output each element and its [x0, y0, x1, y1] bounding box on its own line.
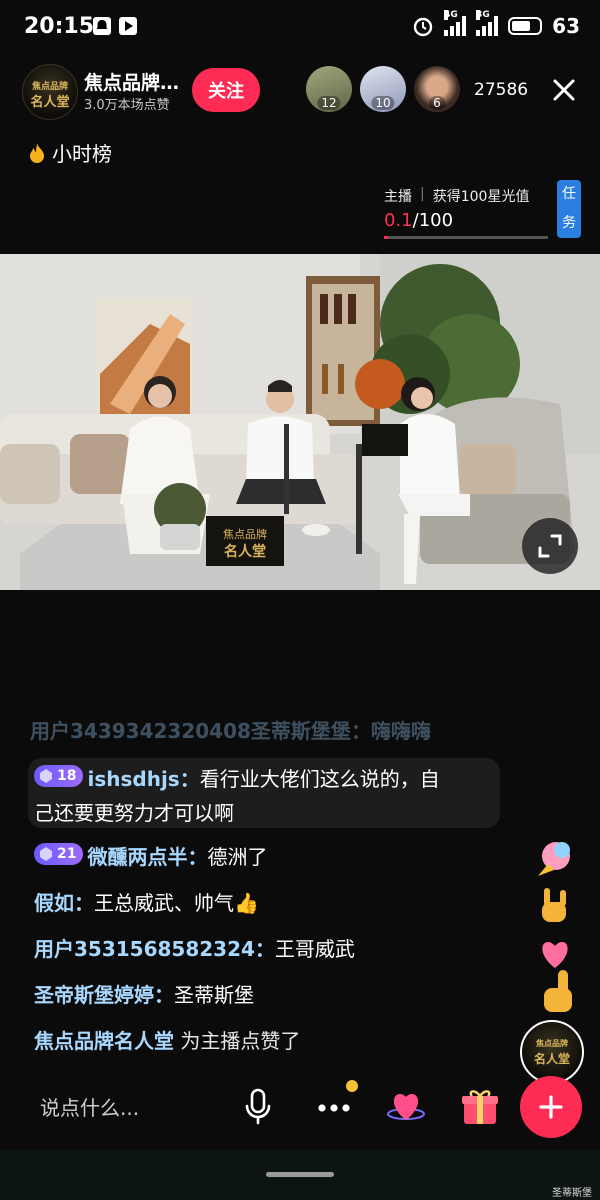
logo-line-2: 名人堂 — [30, 95, 70, 110]
status-right-group: 4G 3G 63 — [412, 10, 580, 38]
chat-message[interactable]: 圣帝斯堡婷婷：圣蒂斯堡 — [34, 978, 254, 1012]
signal-4g-icon: 4G — [444, 10, 467, 36]
logo-line-1: 焦点品牌 — [536, 1039, 568, 1048]
thumbs-up-icon — [544, 970, 572, 1012]
diamond-level-icon — [40, 769, 52, 783]
heart-like-icon[interactable] — [384, 1084, 428, 1128]
status-time: 20:15 — [24, 14, 95, 39]
task-total: /100 — [412, 210, 454, 231]
chat-username[interactable]: 假如： — [34, 891, 94, 915]
streamer-mini-avatar[interactable]: 焦点品牌 名人堂 — [520, 1020, 584, 1084]
streamer-avatar[interactable]: 焦点品牌 名人堂 — [22, 64, 78, 120]
chat-text: 为主播点赞了 — [174, 1029, 301, 1053]
ghost-notification-icon — [93, 17, 111, 35]
like-animation-icon — [538, 842, 570, 876]
fan-level-number: 18 — [57, 768, 77, 784]
task-button-line-2: 务 — [562, 215, 576, 231]
chat-text: 德洲了 — [207, 845, 268, 869]
chat-username[interactable]: 用户3531568582324： — [34, 937, 275, 961]
chat-text: 己还要更努力才可以啊 — [34, 801, 234, 825]
chat-message[interactable]: 焦点品牌名人堂 为主播点赞了 — [34, 1024, 300, 1058]
status-bar: 20:15 4G 3G 63 — [0, 0, 600, 56]
viewer-avatar[interactable]: 6 — [414, 66, 460, 112]
signal-3g-icon: 3G — [476, 10, 499, 36]
alarm-icon — [413, 17, 433, 37]
fullscreen-icon[interactable] — [522, 518, 578, 574]
viewer-badge: 10 — [371, 96, 395, 110]
task-role: 主播 — [384, 189, 412, 205]
task-progress-fill — [384, 236, 388, 239]
chat-text: 王哥威武 — [274, 937, 355, 961]
fan-level-number: 21 — [57, 846, 77, 862]
live-video[interactable]: 焦点品牌 名人堂 — [0, 254, 600, 590]
chat-username[interactable]: 圣帝斯堡婷婷： — [34, 983, 174, 1007]
task-goal: 获得100星光值 — [432, 189, 530, 205]
rock-hand-icon — [542, 888, 566, 922]
watermark-text: 圣蒂斯堡 — [552, 1188, 592, 1199]
task-header: 主播 | 获得100星光值 — [384, 186, 529, 206]
close-icon[interactable] — [548, 74, 580, 106]
chat-message[interactable]: 18 ishsdhjs：看行业大佬们这么说的，自己还要更努力才可以啊 — [34, 762, 504, 830]
live-video-scene: 焦点品牌 名人堂 — [0, 254, 600, 590]
viewer-badge: 12 — [317, 96, 341, 110]
fan-level-badge: 21 — [34, 843, 84, 865]
desk-sign-line-2: 名人堂 — [224, 543, 266, 560]
task-button[interactable]: 任 务 — [557, 180, 581, 238]
chat-message[interactable]: 21 微醺两点半：德洲了 — [34, 840, 267, 874]
follow-button[interactable]: 关注 — [192, 68, 260, 112]
battery-level: 63 — [552, 14, 580, 38]
hourly-rank-button[interactable]: 小时榜 — [28, 138, 112, 167]
desk-sign-line-1: 焦点品牌 — [223, 527, 267, 541]
add-button[interactable] — [520, 1076, 582, 1138]
task-progress-bar — [384, 236, 548, 239]
flame-icon — [30, 142, 44, 163]
room-title[interactable]: 焦点品牌… — [84, 68, 179, 95]
comment-input[interactable]: 说点什么... — [22, 1080, 230, 1136]
home-gesture-handle[interactable] — [266, 1172, 334, 1177]
battery-icon — [508, 17, 543, 35]
likes-count: 3.0万本场点赞 — [84, 98, 170, 113]
chat-faded-message: 用户3439342320408圣蒂斯堡堡：嗨嗨嗨 — [30, 719, 431, 741]
viewer-count[interactable]: 27586 — [474, 80, 528, 100]
task-current: 0.1 — [384, 210, 413, 231]
chat-text: 王总威武、帅气👍 — [94, 891, 259, 915]
task-progress: 0.1/100 — [384, 210, 453, 231]
fan-level-badge: 18 — [34, 765, 84, 787]
task-button-line-1: 任 — [562, 186, 576, 202]
plus-icon — [539, 1095, 563, 1119]
chat-username[interactable]: 焦点品牌名人堂 — [34, 1029, 174, 1053]
viewer-badge: 6 — [429, 96, 445, 110]
chat-username[interactable]: 微醺两点半： — [87, 845, 207, 869]
chat-message[interactable]: 用户3531568582324：王哥威武 — [34, 932, 355, 966]
chat-text: 圣蒂斯堡 — [174, 983, 254, 1007]
logo-line-2: 名人堂 — [533, 1052, 570, 1066]
viewer-avatar[interactable]: 12 — [306, 66, 352, 112]
chat-message[interactable]: 假如：王总威武、帅气👍 — [34, 886, 259, 920]
hourly-rank-label: 小时榜 — [52, 142, 112, 166]
notification-dot — [346, 1080, 358, 1092]
viewer-avatar[interactable]: 10 — [360, 66, 406, 112]
task-divider: | — [420, 186, 425, 202]
play-notification-icon — [119, 17, 137, 35]
gift-icon[interactable] — [458, 1084, 502, 1128]
chat-username[interactable]: ishsdhjs： — [87, 767, 199, 791]
chat-text: 看行业大佬们这么说的，自 — [199, 767, 440, 791]
microphone-icon[interactable] — [236, 1084, 280, 1128]
diamond-level-icon — [40, 847, 52, 861]
